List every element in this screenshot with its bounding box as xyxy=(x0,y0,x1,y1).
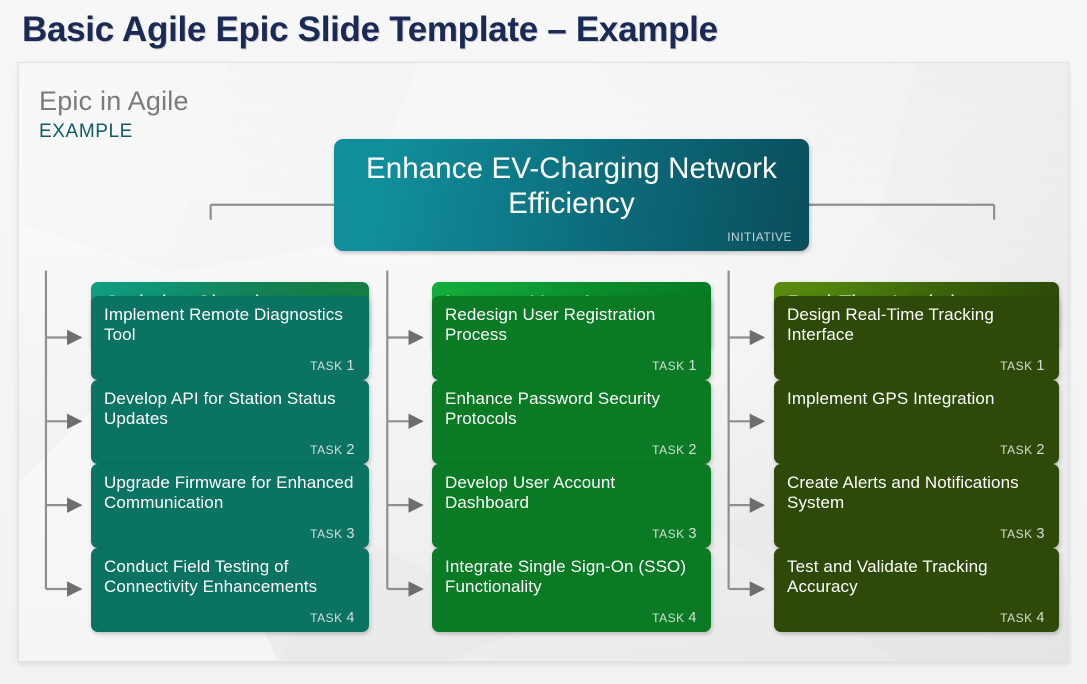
task-box-1-3[interactable]: Upgrade Firmware for Enhanced Communicat… xyxy=(91,464,369,548)
initiative-box[interactable]: Enhance EV-Charging Network Efficiency I… xyxy=(334,139,809,251)
caption-subheading: EXAMPLE xyxy=(39,120,133,142)
diagram-card: Epic in Agile EXAMPLE Enhance EV-Chargin… xyxy=(18,62,1069,662)
task-badge-label-2-1: TASK xyxy=(652,359,685,373)
task-box-2-3[interactable]: Develop User Account Dashboard TASK 3 xyxy=(432,464,711,548)
task-badge-number-3-2: 2 xyxy=(1036,442,1045,458)
task-badge-label-3-2: TASK xyxy=(1000,443,1033,457)
task-box-2-2[interactable]: Enhance Password Security Protocols TASK… xyxy=(432,380,711,464)
task-box-3-3[interactable]: Create Alerts and Notifications System T… xyxy=(774,464,1059,548)
task-badge-number-1-4: 4 xyxy=(346,610,355,626)
task-badge-number-2-1: 1 xyxy=(688,358,697,374)
task-badge-1-2: TASK 2 xyxy=(310,442,356,458)
initiative-badge: INITIATIVE xyxy=(727,230,792,244)
task-badge-label-2-3: TASK xyxy=(652,527,685,541)
task-title-3-3: Create Alerts and Notifications System xyxy=(787,473,1019,512)
caption-block: Epic in Agile EXAMPLE xyxy=(39,86,189,143)
task-badge-number-3-1: 1 xyxy=(1036,358,1045,374)
task-box-1-1[interactable]: Implement Remote Diagnostics Tool TASK 1 xyxy=(91,296,369,380)
task-title-3-1: Design Real-Time Tracking Interface xyxy=(787,305,994,344)
task-badge-number-1-1: 1 xyxy=(346,358,355,374)
task-badge-1-3: TASK 3 xyxy=(310,526,356,542)
task-badge-label-1-1: TASK xyxy=(310,359,343,373)
task-badge-1-1: TASK 1 xyxy=(310,358,356,374)
task-badge-3-3: TASK 3 xyxy=(1000,526,1046,542)
task-box-2-1[interactable]: Redesign User Registration Process TASK … xyxy=(432,296,711,380)
task-badge-number-3-4: 4 xyxy=(1036,610,1045,626)
task-badge-label-1-4: TASK xyxy=(310,611,343,625)
task-title-2-3: Develop User Account Dashboard xyxy=(445,473,616,512)
task-title-3-4: Test and Validate Tracking Accuracy xyxy=(787,557,988,596)
task-box-1-2[interactable]: Develop API for Station Status Updates T… xyxy=(91,380,369,464)
task-badge-number-2-2: 2 xyxy=(688,442,697,458)
task-badge-label-1-3: TASK xyxy=(310,527,343,541)
task-badge-number-1-2: 2 xyxy=(346,442,355,458)
task-badge-number-1-3: 3 xyxy=(346,526,355,542)
task-badge-label-2-2: TASK xyxy=(652,443,685,457)
task-badge-label-3-3: TASK xyxy=(1000,527,1033,541)
task-badge-label-3-4: TASK xyxy=(1000,611,1033,625)
task-badge-3-2: TASK 2 xyxy=(1000,442,1046,458)
task-box-2-4[interactable]: Integrate Single Sign-On (SSO) Functiona… xyxy=(432,548,711,632)
caption-heading: Epic in Agile xyxy=(39,86,189,116)
task-badge-number-3-3: 3 xyxy=(1036,526,1045,542)
task-title-1-2: Develop API for Station Status Updates xyxy=(104,389,336,428)
slide-canvas: Basic Agile Epic Slide Template – Exampl… xyxy=(0,0,1087,684)
page-title: Basic Agile Epic Slide Template – Exampl… xyxy=(22,10,718,49)
initiative-title: Enhance EV-Charging Network Efficiency xyxy=(365,152,777,220)
task-badge-3-4: TASK 4 xyxy=(1000,610,1046,626)
task-badge-number-2-4: 4 xyxy=(688,610,697,626)
task-title-2-4: Integrate Single Sign-On (SSO) Functiona… xyxy=(445,557,687,596)
task-title-2-1: Redesign User Registration Process xyxy=(445,305,656,344)
task-box-3-4[interactable]: Test and Validate Tracking Accuracy TASK… xyxy=(774,548,1059,632)
task-badge-label-2-4: TASK xyxy=(652,611,685,625)
task-title-2-2: Enhance Password Security Protocols xyxy=(445,389,661,428)
task-badge-label-1-2: TASK xyxy=(310,443,343,457)
task-badge-2-3: TASK 3 xyxy=(652,526,698,542)
task-badge-2-4: TASK 4 xyxy=(652,610,698,626)
task-title-1-1: Implement Remote Diagnostics Tool xyxy=(104,305,344,344)
task-box-3-2[interactable]: Implement GPS Integration TASK 2 xyxy=(774,380,1059,464)
task-badge-label-3-1: TASK xyxy=(1000,359,1033,373)
task-box-1-4[interactable]: Conduct Field Testing of Connectivity En… xyxy=(91,548,369,632)
task-title-1-3: Upgrade Firmware for Enhanced Communicat… xyxy=(104,473,354,512)
task-badge-1-4: TASK 4 xyxy=(310,610,356,626)
task-badge-2-2: TASK 2 xyxy=(652,442,698,458)
task-badge-2-1: TASK 1 xyxy=(652,358,698,374)
task-box-3-1[interactable]: Design Real-Time Tracking Interface TASK… xyxy=(774,296,1059,380)
task-title-3-2: Implement GPS Integration xyxy=(787,389,995,408)
task-badge-number-2-3: 3 xyxy=(688,526,697,542)
task-title-1-4: Conduct Field Testing of Connectivity En… xyxy=(104,557,318,596)
task-badge-3-1: TASK 1 xyxy=(1000,358,1046,374)
